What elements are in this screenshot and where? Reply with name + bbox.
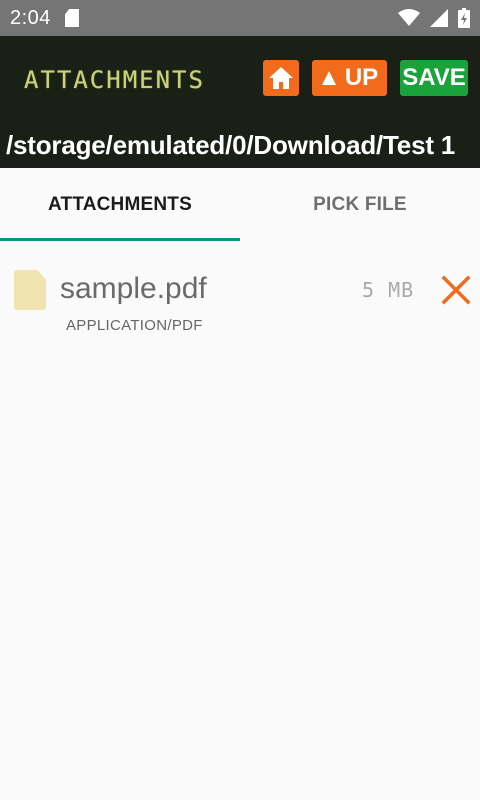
tab-attachments[interactable]: ATTACHMENTS [0,168,240,241]
status-time: 2:04 [10,6,51,29]
file-icon [14,270,46,310]
current-path: /storage/emulated/0/Download/Test 1 [6,130,456,160]
save-button[interactable]: SAVE [400,60,468,96]
status-bar: 2:04 [0,0,480,36]
tab-bar: ATTACHMENTS PICK FILE [0,168,480,241]
attachment-mime-type: APPLICATION/PDF [66,317,203,334]
up-triangle-icon [321,71,336,85]
up-button-label: UP [344,64,379,91]
battery-icon [458,8,470,28]
status-icons [398,8,470,28]
up-button[interactable]: UP [312,60,387,96]
home-icon [269,67,293,89]
attachment-filename: sample.pdf [60,272,207,305]
tab-pick-file[interactable]: PICK FILE [240,168,480,241]
header-bar: ATTACHMENTS UP SAVE /storage/emulated/0/… [0,36,480,168]
wifi-icon [398,9,420,26]
sd-card-icon [64,9,79,27]
home-button[interactable] [263,60,299,96]
header-title: ATTACHMENTS [24,66,205,94]
attachment-row[interactable]: sample.pdf APPLICATION/PDF 5 MB [0,262,480,342]
cell-signal-icon [430,9,448,27]
close-icon[interactable] [440,274,472,306]
attachment-size: 5 MB [362,278,415,302]
